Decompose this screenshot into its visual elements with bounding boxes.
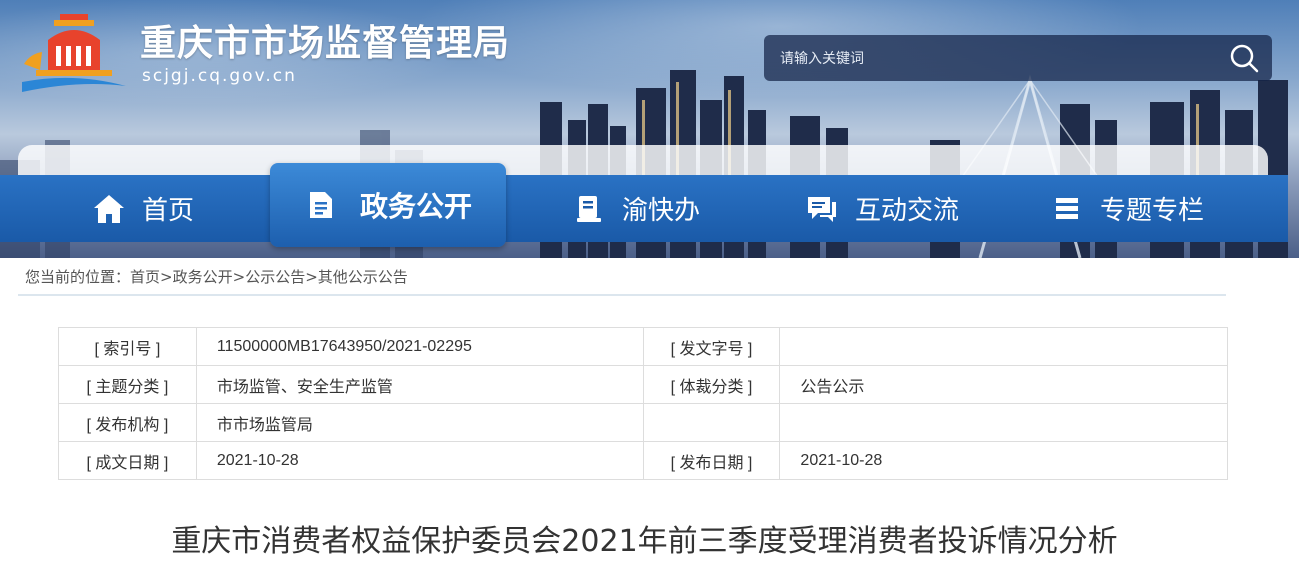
nav-item-interaction[interactable]: 互动交流 — [805, 175, 959, 242]
breadcrumb: 您当前的位置：首页>政务公开>公示公告>其他公示公告 — [25, 266, 408, 287]
info-value-topic: 市场监管、安全生产监管 — [195, 365, 644, 404]
site-title: 重庆市市场监督管理局 — [140, 23, 511, 64]
info-value-publisher: 市市场监管局 — [195, 403, 644, 442]
breadcrumb-separator: > — [232, 268, 246, 286]
site-domain: scjgj.cq.gov.cn — [142, 66, 297, 86]
info-value-index-number: 11500000MB17643950/2021-02295 — [195, 327, 644, 366]
document-info-table: [ 索引号 ] 11500000MB17643950/2021-02295 [ … — [58, 327, 1228, 480]
nav-item-gov-affairs[interactable]: 政务公开 — [270, 163, 506, 247]
table-row: [ 成文日期 ] 2021-10-28 [ 发布日期 ] 2021-10-28 — [58, 441, 1228, 480]
nav-item-special-topics[interactable]: 专题专栏 — [1050, 175, 1204, 242]
breadcrumb-link-gov-affairs[interactable]: 政务公开 — [173, 268, 233, 286]
nav-frame — [18, 145, 1268, 175]
search-input[interactable] — [778, 35, 1202, 83]
city-hall-logo-icon — [22, 14, 126, 92]
info-key-empty — [642, 403, 781, 442]
info-key-publish-date: [ 发布日期 ] — [642, 441, 781, 480]
breadcrumb-prefix: 您当前的位置： — [25, 268, 131, 286]
nav-item-label: 专题专栏 — [1100, 196, 1205, 226]
breadcrumb-divider — [18, 294, 1226, 296]
home-icon — [92, 192, 126, 226]
info-key-topic: [ 主题分类 ] — [58, 365, 197, 404]
info-key-genre: [ 体裁分类 ] — [642, 365, 781, 404]
info-key-publisher: [ 发布机构 ] — [58, 403, 197, 442]
nav-item-yukuaiban[interactable]: 渝快办 — [572, 175, 700, 242]
info-value-genre: 公告公示 — [779, 365, 1228, 404]
table-row: [ 索引号 ] 11500000MB17643950/2021-02295 [ … — [58, 327, 1228, 366]
search-icon[interactable] — [1226, 40, 1262, 76]
document-icon — [304, 188, 338, 222]
nav-item-label: 渝快办 — [622, 196, 701, 226]
info-key-written-date: [ 成文日期 ] — [58, 441, 197, 480]
breadcrumb-link-announcements[interactable]: 公示公告 — [245, 268, 305, 286]
list-icon — [1050, 192, 1084, 226]
chat-icon — [805, 192, 839, 226]
breadcrumb-link-other-announcements[interactable]: 其他公示公告 — [318, 268, 408, 286]
breadcrumb-link-home[interactable]: 首页 — [130, 268, 160, 286]
info-value-publish-date: 2021-10-28 — [779, 441, 1228, 480]
info-key-document-number: [ 发文字号 ] — [642, 327, 781, 366]
info-value-empty — [779, 403, 1228, 442]
article-title: 重庆市消费者权益保护委员会2021年前三季度受理消费者投诉情况分析 — [171, 524, 1118, 559]
search-box — [764, 35, 1272, 83]
book-icon — [572, 192, 606, 226]
nav-item-label: 首页 — [142, 196, 195, 226]
nav-item-label: 政务公开 — [359, 190, 472, 223]
table-row: [ 发布机构 ] 市市场监管局 — [58, 403, 1228, 442]
table-row: [ 主题分类 ] 市场监管、安全生产监管 [ 体裁分类 ] 公告公示 — [58, 365, 1228, 404]
breadcrumb-separator: > — [160, 268, 173, 286]
info-key-index-number: [ 索引号 ] — [58, 327, 197, 366]
breadcrumb-separator: > — [305, 268, 318, 286]
nav-item-label: 互动交流 — [855, 196, 960, 226]
info-value-document-number — [779, 327, 1228, 366]
info-value-written-date: 2021-10-28 — [195, 441, 644, 480]
nav-item-home[interactable]: 首页 — [92, 175, 194, 242]
